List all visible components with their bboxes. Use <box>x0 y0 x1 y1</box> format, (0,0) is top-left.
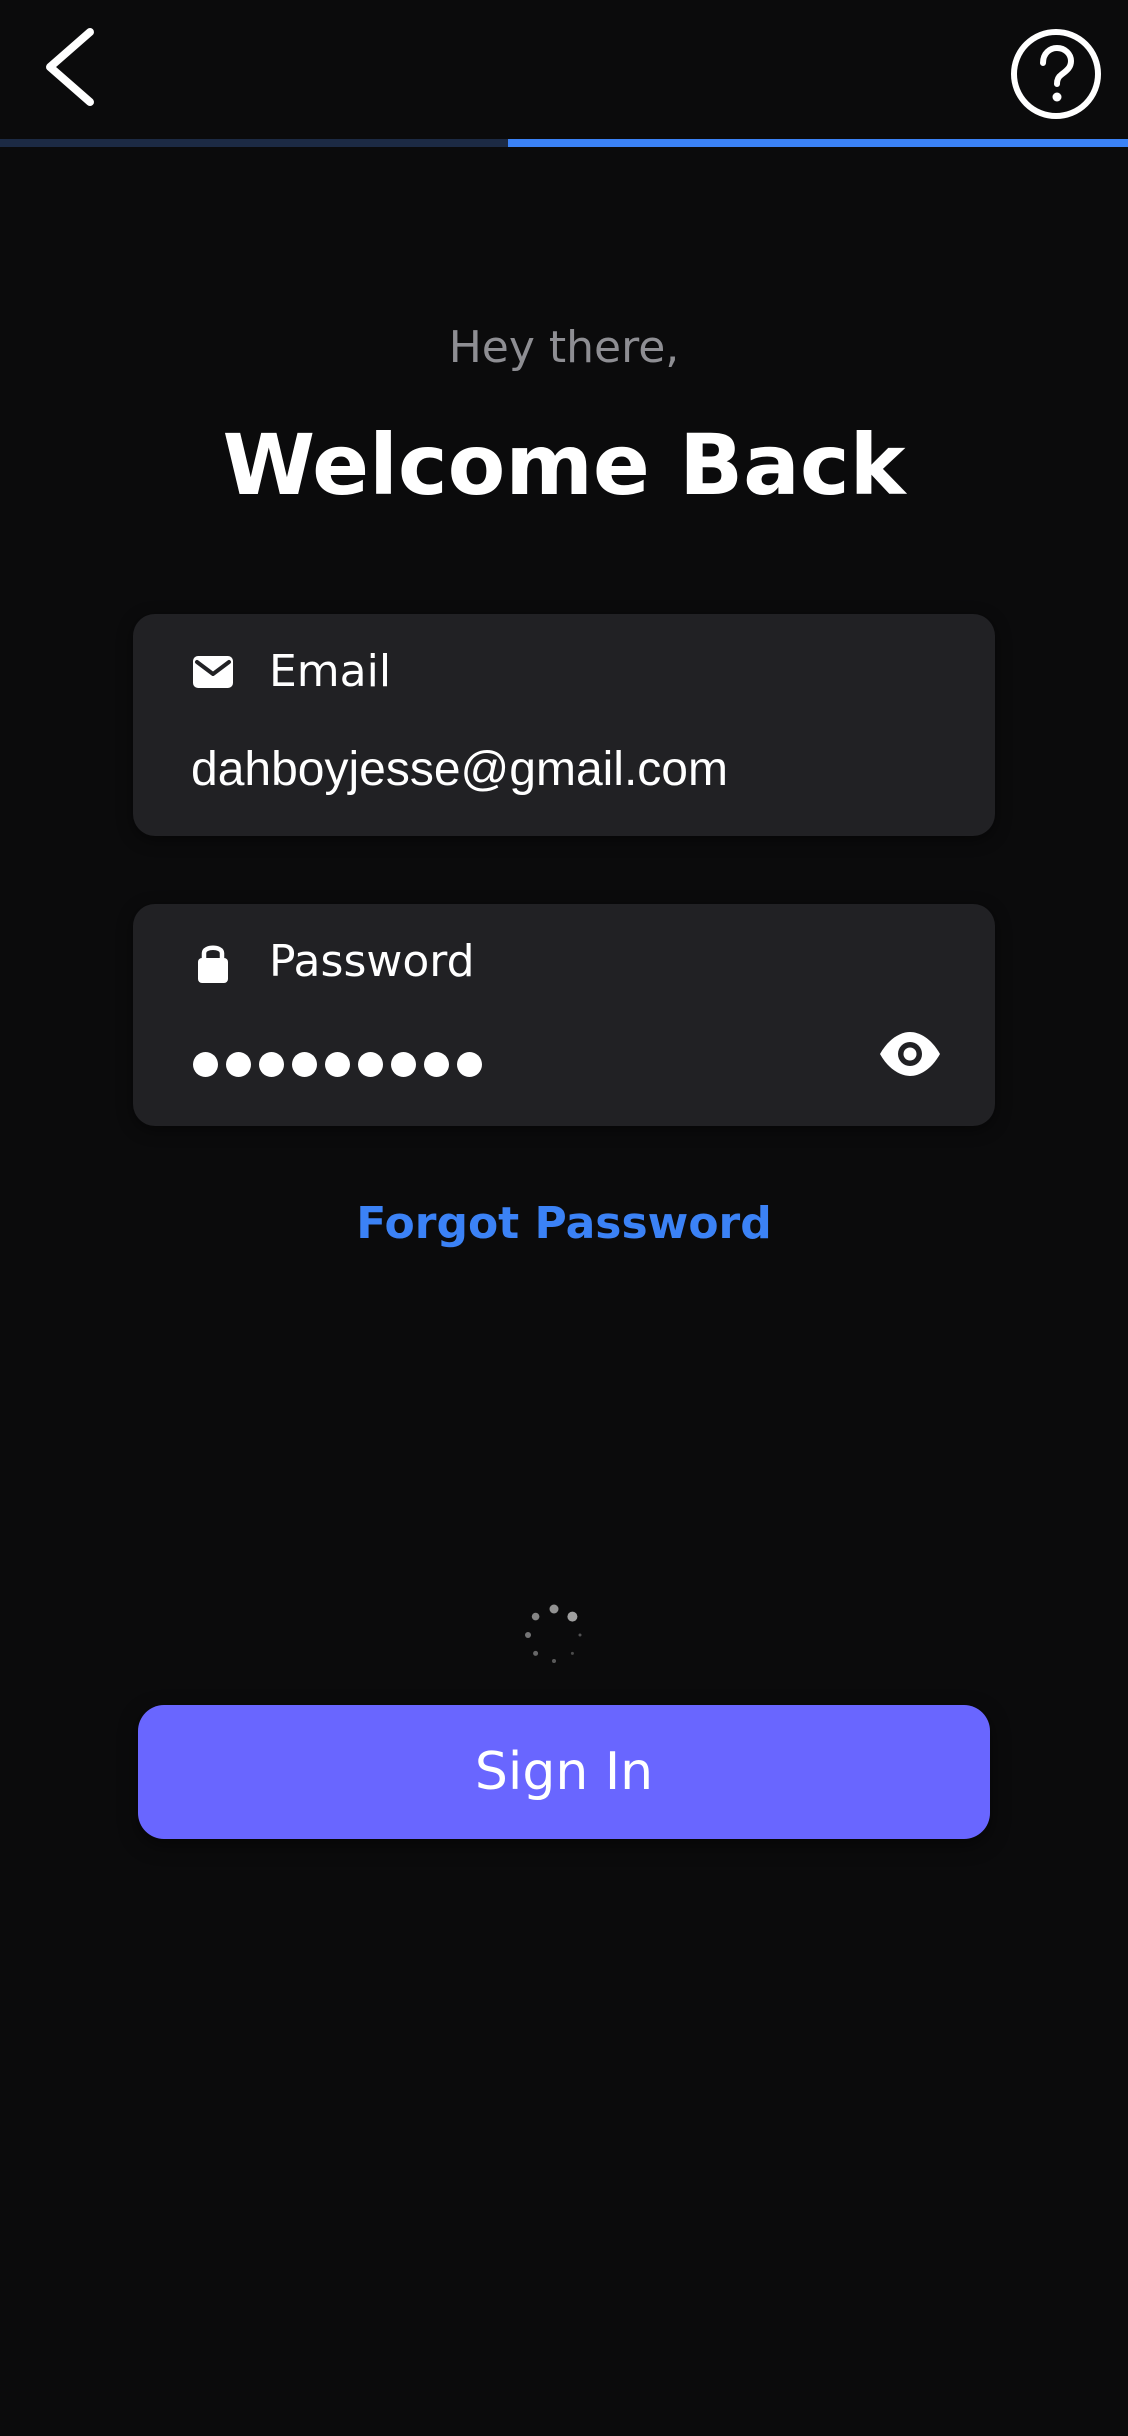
mail-icon <box>191 650 235 694</box>
password-mask-dot <box>193 1052 218 1077</box>
sign-in-button[interactable]: Sign In <box>138 1705 990 1839</box>
password-mask-dot <box>259 1052 284 1077</box>
help-circle-icon <box>1011 29 1101 119</box>
email-label: Email <box>269 646 392 697</box>
eye-icon <box>880 1032 940 1076</box>
email-field[interactable]: Email dahboyjesse@gmail.com <box>133 614 995 836</box>
help-button[interactable] <box>1008 26 1104 122</box>
lock-icon <box>191 940 235 984</box>
password-mask-dot <box>457 1052 482 1077</box>
password-mask-dot <box>391 1052 416 1077</box>
chevron-left-icon <box>46 28 94 106</box>
toggle-password-visibility-button[interactable] <box>875 1024 945 1084</box>
page-title: Welcome Back <box>222 416 906 514</box>
password-mask-dot <box>424 1052 449 1077</box>
loading-spinner-icon <box>525 1604 582 1663</box>
email-input[interactable]: dahboyjesse@gmail.com <box>191 740 728 800</box>
password-mask-dot <box>325 1052 350 1077</box>
progress-bar <box>0 139 1128 147</box>
password-field[interactable]: Password <box>133 904 995 1126</box>
password-mask-dot <box>226 1052 251 1077</box>
greeting-text: Hey there, <box>448 322 680 373</box>
password-mask-dot <box>292 1052 317 1077</box>
password-mask-dot <box>358 1052 383 1077</box>
forgot-password-link[interactable]: Forgot Password <box>0 1194 1128 1254</box>
password-input[interactable] <box>193 1052 482 1082</box>
password-label: Password <box>269 936 475 987</box>
back-button[interactable] <box>36 22 108 112</box>
progress-bar-fill <box>507 139 1128 147</box>
